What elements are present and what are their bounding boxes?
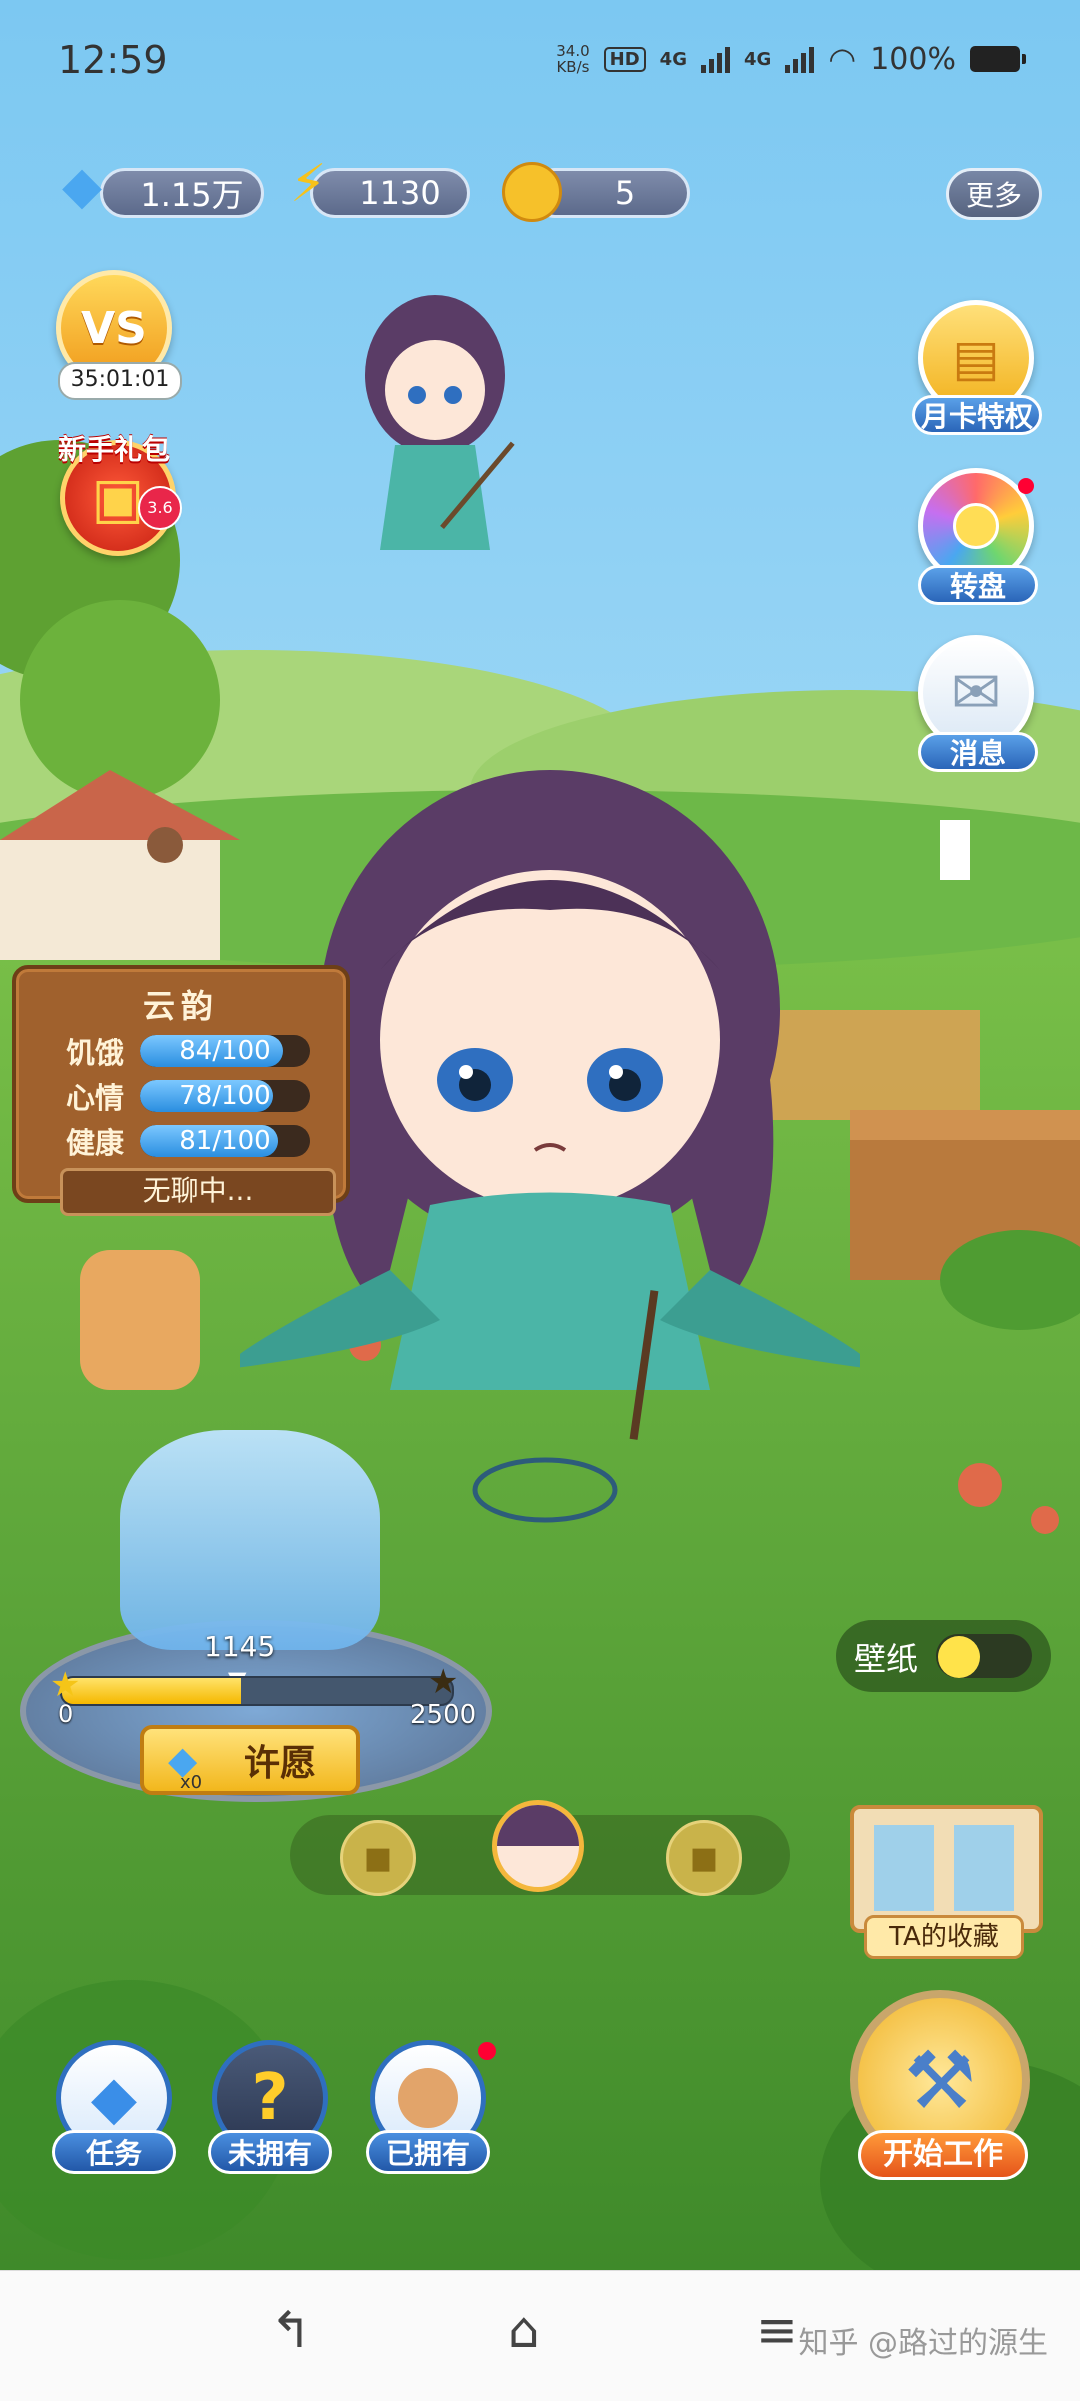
- character-name: 云韵: [142, 987, 219, 1025]
- hunger-row: 饥饿 84/100: [66, 1034, 310, 1070]
- signal-icon-2: [785, 45, 815, 73]
- wish-min: 0: [58, 1700, 74, 1728]
- coins-value: 5: [614, 174, 636, 212]
- health-bar: 81/100: [140, 1125, 310, 1157]
- fountain[interactable]: [120, 1430, 380, 1650]
- net-speed: 34.0 KB/s: [556, 42, 590, 76]
- wish-gem-count: x0: [180, 1772, 203, 1793]
- gems-counter[interactable]: 1.15万: [100, 168, 264, 218]
- mood-status: 无聊中...: [60, 1168, 336, 1216]
- mood-bar: 78/100: [140, 1080, 310, 1112]
- gift-badge: 3.6: [138, 486, 182, 530]
- collection-label: TA的收藏: [864, 1915, 1024, 1959]
- mood-value: 78/100: [179, 1081, 271, 1111]
- monthly-card-label: 月卡特权: [912, 395, 1042, 435]
- battery-icon: [970, 46, 1026, 72]
- owned-label: 已拥有: [366, 2130, 490, 2174]
- wish-current: 1145: [204, 1630, 276, 1663]
- small-character-sprite: [365, 295, 515, 550]
- gem-icon: ◆: [62, 156, 102, 216]
- wish-button-label: 许愿: [243, 1743, 316, 1784]
- watermark: 知乎 @路过的源生: [798, 2326, 1048, 2361]
- hd-icon: HD: [603, 46, 646, 72]
- network-type-2: 4G: [743, 48, 772, 70]
- coin-icon: [502, 162, 562, 222]
- pvp-timer: 35:01:01: [58, 362, 182, 400]
- task-gem-icon: ◆: [90, 2063, 138, 2133]
- gems-value: 1.15万: [140, 176, 244, 214]
- wheel-label: 转盘: [918, 565, 1038, 605]
- hammer-icon: ⚒: [904, 2033, 976, 2127]
- unowned-label: 未拥有: [208, 2130, 332, 2174]
- vs-icon: VS: [81, 302, 147, 354]
- battery-percent: 100%: [870, 41, 956, 77]
- status-time: 12:59: [58, 38, 168, 82]
- wifi-icon: ◠: [828, 40, 857, 78]
- toggle-knob: [938, 1636, 980, 1678]
- mood-label: 心情: [66, 1081, 125, 1115]
- energy-counter[interactable]: 1130: [310, 168, 470, 218]
- gift-icon: ▣: [91, 465, 145, 531]
- star-max-icon: ★: [428, 1662, 459, 1702]
- owned-character-icon: [398, 2068, 458, 2128]
- wish-max: 2500: [410, 1700, 477, 1730]
- mood-row: 心情 78/100: [66, 1079, 310, 1115]
- energy-value: 1130: [359, 174, 441, 212]
- tasks-label: 任务: [52, 2130, 176, 2174]
- menu-icon[interactable]: ≡: [756, 2301, 798, 2359]
- card-icon: ▤: [952, 329, 1000, 387]
- signal-icon: [700, 45, 730, 73]
- hunger-label: 饥饿: [66, 1036, 125, 1070]
- messages-label: 消息: [918, 732, 1038, 772]
- start-work-label: 开始工作: [858, 2130, 1028, 2180]
- lock-icon[interactable]: ■: [666, 1820, 742, 1896]
- health-row: 健康 81/100: [66, 1124, 310, 1160]
- health-label: 健康: [66, 1126, 125, 1160]
- lock-icon[interactable]: ■: [340, 1820, 416, 1896]
- collection-book[interactable]: [850, 1805, 1043, 1933]
- question-icon: ?: [251, 2061, 289, 2135]
- network-type-1: 4G: [659, 48, 687, 70]
- newbie-gift-label: 新手礼包: [58, 433, 171, 466]
- home-icon[interactable]: ⌂: [508, 2301, 540, 2359]
- hunger-value: 84/100: [179, 1036, 271, 1066]
- health-value: 81/100: [179, 1126, 271, 1156]
- back-icon[interactable]: ↰: [270, 2301, 312, 2359]
- envelope-icon: ✉: [950, 658, 1002, 728]
- wallpaper-label: 壁纸: [854, 1640, 919, 1678]
- more-button[interactable]: 更多: [946, 168, 1042, 220]
- wheel-icon: [953, 503, 999, 549]
- character-avatar[interactable]: [492, 1800, 584, 1892]
- wish-progress-bar: [60, 1676, 454, 1706]
- wallpaper-toggle[interactable]: 壁纸: [836, 1620, 1051, 1692]
- status-bar: 12:59 34.0 KB/s HD 4G 4G ◠ 100%: [0, 0, 1080, 120]
- star-min-icon: ★: [50, 1665, 81, 1705]
- lightning-icon: ⚡: [290, 154, 327, 214]
- hunger-bar: 84/100: [140, 1035, 310, 1067]
